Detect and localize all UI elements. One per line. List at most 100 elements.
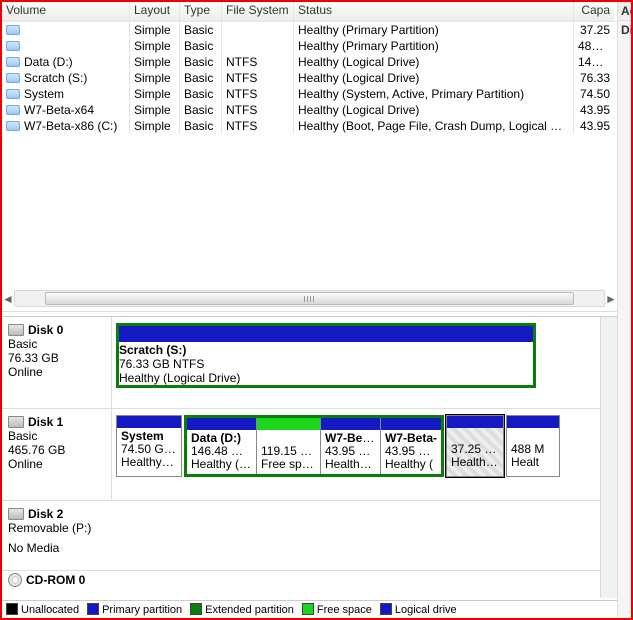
col-fs[interactable]: File System <box>222 2 294 21</box>
volume-status: Healthy (Logical Drive) <box>294 54 574 70</box>
volume-type: Basic <box>180 118 222 134</box>
volume-type: Basic <box>180 86 222 102</box>
scroll-thumb[interactable] <box>45 292 574 305</box>
volume-status: Healthy (Primary Partition) <box>294 22 574 38</box>
volume-fs <box>222 38 294 54</box>
volume-name: W7-Beta-x64 <box>24 103 94 117</box>
partition-37gb[interactable]: 37.25 GBHealthy (P <box>446 415 504 477</box>
volume-row[interactable]: Data (D:)SimpleBasicNTFSHealthy (Logical… <box>2 54 617 70</box>
cdrom-label[interactable]: CD-ROM 0 <box>2 571 112 593</box>
disk-1-extended: Data (D:)146.48 GB NHealthy (Lo 119.15 G… <box>184 415 444 477</box>
partition-name: Scratch (S:) <box>119 343 186 357</box>
disk-2-canvas <box>112 501 617 570</box>
disk-1-size: 465.76 GB <box>8 443 105 457</box>
volume-row[interactable]: SimpleBasicHealthy (Primary Partition)37… <box>2 22 617 38</box>
volume-list: Volume Layout Type File System Status Ca… <box>2 2 617 312</box>
partition-w7-x64[interactable]: W7-Beta-43.95 GB NHealthy (L <box>321 418 381 474</box>
partition-status: Healthy (Logical Drive) <box>119 371 240 385</box>
legend-logical: Logical drive <box>380 603 457 616</box>
drive-icon <box>6 41 20 51</box>
volume-layout: Simple <box>130 86 180 102</box>
drive-icon <box>6 57 20 67</box>
volume-row[interactable]: SystemSimpleBasicNTFSHealthy (System, Ac… <box>2 86 617 102</box>
partition-status: Free space <box>261 457 320 471</box>
disk-2-label[interactable]: Disk 2 Removable (P:) No Media <box>2 501 112 570</box>
disk-0-canvas: Scratch (S:) 76.33 GB NTFS Healthy (Logi… <box>112 317 617 408</box>
drive-icon <box>6 121 20 131</box>
col-status[interactable]: Status <box>294 2 574 21</box>
right-panel-item[interactable]: Di <box>618 21 633 39</box>
drive-icon <box>6 73 20 83</box>
partition-free-space[interactable]: 119.15 GBFree space <box>257 418 321 474</box>
volume-capacity: 43.95 <box>574 118 614 134</box>
partition-488m[interactable]: 488 MHealt <box>506 415 560 477</box>
col-layout[interactable]: Layout <box>130 2 180 21</box>
volume-capacity: 74.50 <box>574 86 614 102</box>
volume-type: Basic <box>180 102 222 118</box>
partition-data[interactable]: Data (D:)146.48 GB NHealthy (Lo <box>187 418 257 474</box>
disk-0-extended: Scratch (S:) 76.33 GB NTFS Healthy (Logi… <box>116 323 536 388</box>
disk-row-2: Disk 2 Removable (P:) No Media <box>2 501 617 571</box>
main-pane: Volume Layout Type File System Status Ca… <box>2 2 617 618</box>
partition-system[interactable]: System74.50 GB NHealthy (Sy <box>116 415 182 477</box>
disk-0-size: 76.33 GB <box>8 351 105 365</box>
volume-capacity: 43.95 <box>574 102 614 118</box>
actions-tab[interactable]: Ac <box>618 2 633 21</box>
partition-name: W7-Beta- <box>325 431 377 445</box>
volume-name: System <box>24 87 64 101</box>
partition-scratch[interactable]: Scratch (S:) 76.33 GB NTFS Healthy (Logi… <box>119 326 533 385</box>
disk-2-title: Disk 2 <box>28 507 63 521</box>
partition-size: 43.95 GB N <box>325 444 380 458</box>
cdrom-icon <box>8 573 22 587</box>
disk-0-state: Online <box>8 365 105 379</box>
scroll-right-arrow-icon[interactable]: ► <box>604 291 618 306</box>
volume-fs <box>222 22 294 38</box>
col-type[interactable]: Type <box>180 2 222 21</box>
cdrom-title: CD-ROM 0 <box>26 573 85 587</box>
legend-label: Logical drive <box>395 604 457 616</box>
col-volume[interactable]: Volume <box>2 2 130 21</box>
partition-status: Healthy ( <box>385 457 433 471</box>
partition-name: Data (D:) <box>191 431 241 445</box>
volume-capacity: 76.33 <box>574 70 614 86</box>
col-capacity[interactable]: Capa <box>574 2 614 21</box>
volume-capacity: 488 M <box>574 38 614 54</box>
disk-0-title: Disk 0 <box>28 323 63 337</box>
volume-name: Scratch (S:) <box>24 71 87 85</box>
volume-row[interactable]: SimpleBasicHealthy (Primary Partition)48… <box>2 38 617 54</box>
disk-2-state: No Media <box>8 541 106 555</box>
volume-status: Healthy (System, Active, Primary Partiti… <box>294 86 574 102</box>
vertical-scrollbar[interactable] <box>600 317 617 598</box>
volume-status: Healthy (Boot, Page File, Crash Dump, Lo… <box>294 118 574 134</box>
disk-row-1: Disk 1 Basic 465.76 GB Online System74.5… <box>2 409 617 501</box>
volume-status: Healthy (Primary Partition) <box>294 38 574 54</box>
right-panel: Ac Di <box>617 2 633 618</box>
partition-size: 74.50 GB N <box>121 442 181 456</box>
partition-w7-x86[interactable]: W7-Beta-43.95 GB NHealthy ( <box>381 418 441 474</box>
volume-row[interactable]: W7-Beta-x86 (C:)SimpleBasicNTFSHealthy (… <box>2 118 617 134</box>
disk-1-title: Disk 1 <box>28 415 63 429</box>
volume-status: Healthy (Logical Drive) <box>294 102 574 118</box>
disk-1-canvas: System74.50 GB NHealthy (Sy Data (D:)146… <box>112 409 617 500</box>
volume-status: Healthy (Logical Drive) <box>294 70 574 86</box>
disk-1-label[interactable]: Disk 1 Basic 465.76 GB Online <box>2 409 112 500</box>
legend-unallocated: Unallocated <box>6 603 79 616</box>
volume-row[interactable]: Scratch (S:)SimpleBasicNTFSHealthy (Logi… <box>2 70 617 86</box>
volume-type: Basic <box>180 22 222 38</box>
partition-status: Healt <box>511 455 539 469</box>
partition-size: 119.15 GB <box>261 444 317 458</box>
volume-fs: NTFS <box>222 118 294 134</box>
disk-row-0: Disk 0 Basic 76.33 GB Online Scratch (S:… <box>2 317 617 409</box>
legend-extended: Extended partition <box>190 603 294 616</box>
volume-type: Basic <box>180 38 222 54</box>
scroll-left-arrow-icon[interactable]: ◄ <box>1 291 15 306</box>
legend-label: Primary partition <box>102 604 182 616</box>
volume-layout: Simple <box>130 54 180 70</box>
volume-list-header[interactable]: Volume Layout Type File System Status Ca… <box>2 2 617 22</box>
volume-list-body: SimpleBasicHealthy (Primary Partition)37… <box>2 22 617 134</box>
volume-row[interactable]: W7-Beta-x64SimpleBasicNTFSHealthy (Logic… <box>2 102 617 118</box>
partition-size: 76.33 GB NTFS <box>119 357 204 371</box>
disk-0-label[interactable]: Disk 0 Basic 76.33 GB Online <box>2 317 112 408</box>
partition-size: 146.48 GB N <box>191 444 256 458</box>
horizontal-scrollbar[interactable]: ◄ ► <box>14 290 605 307</box>
